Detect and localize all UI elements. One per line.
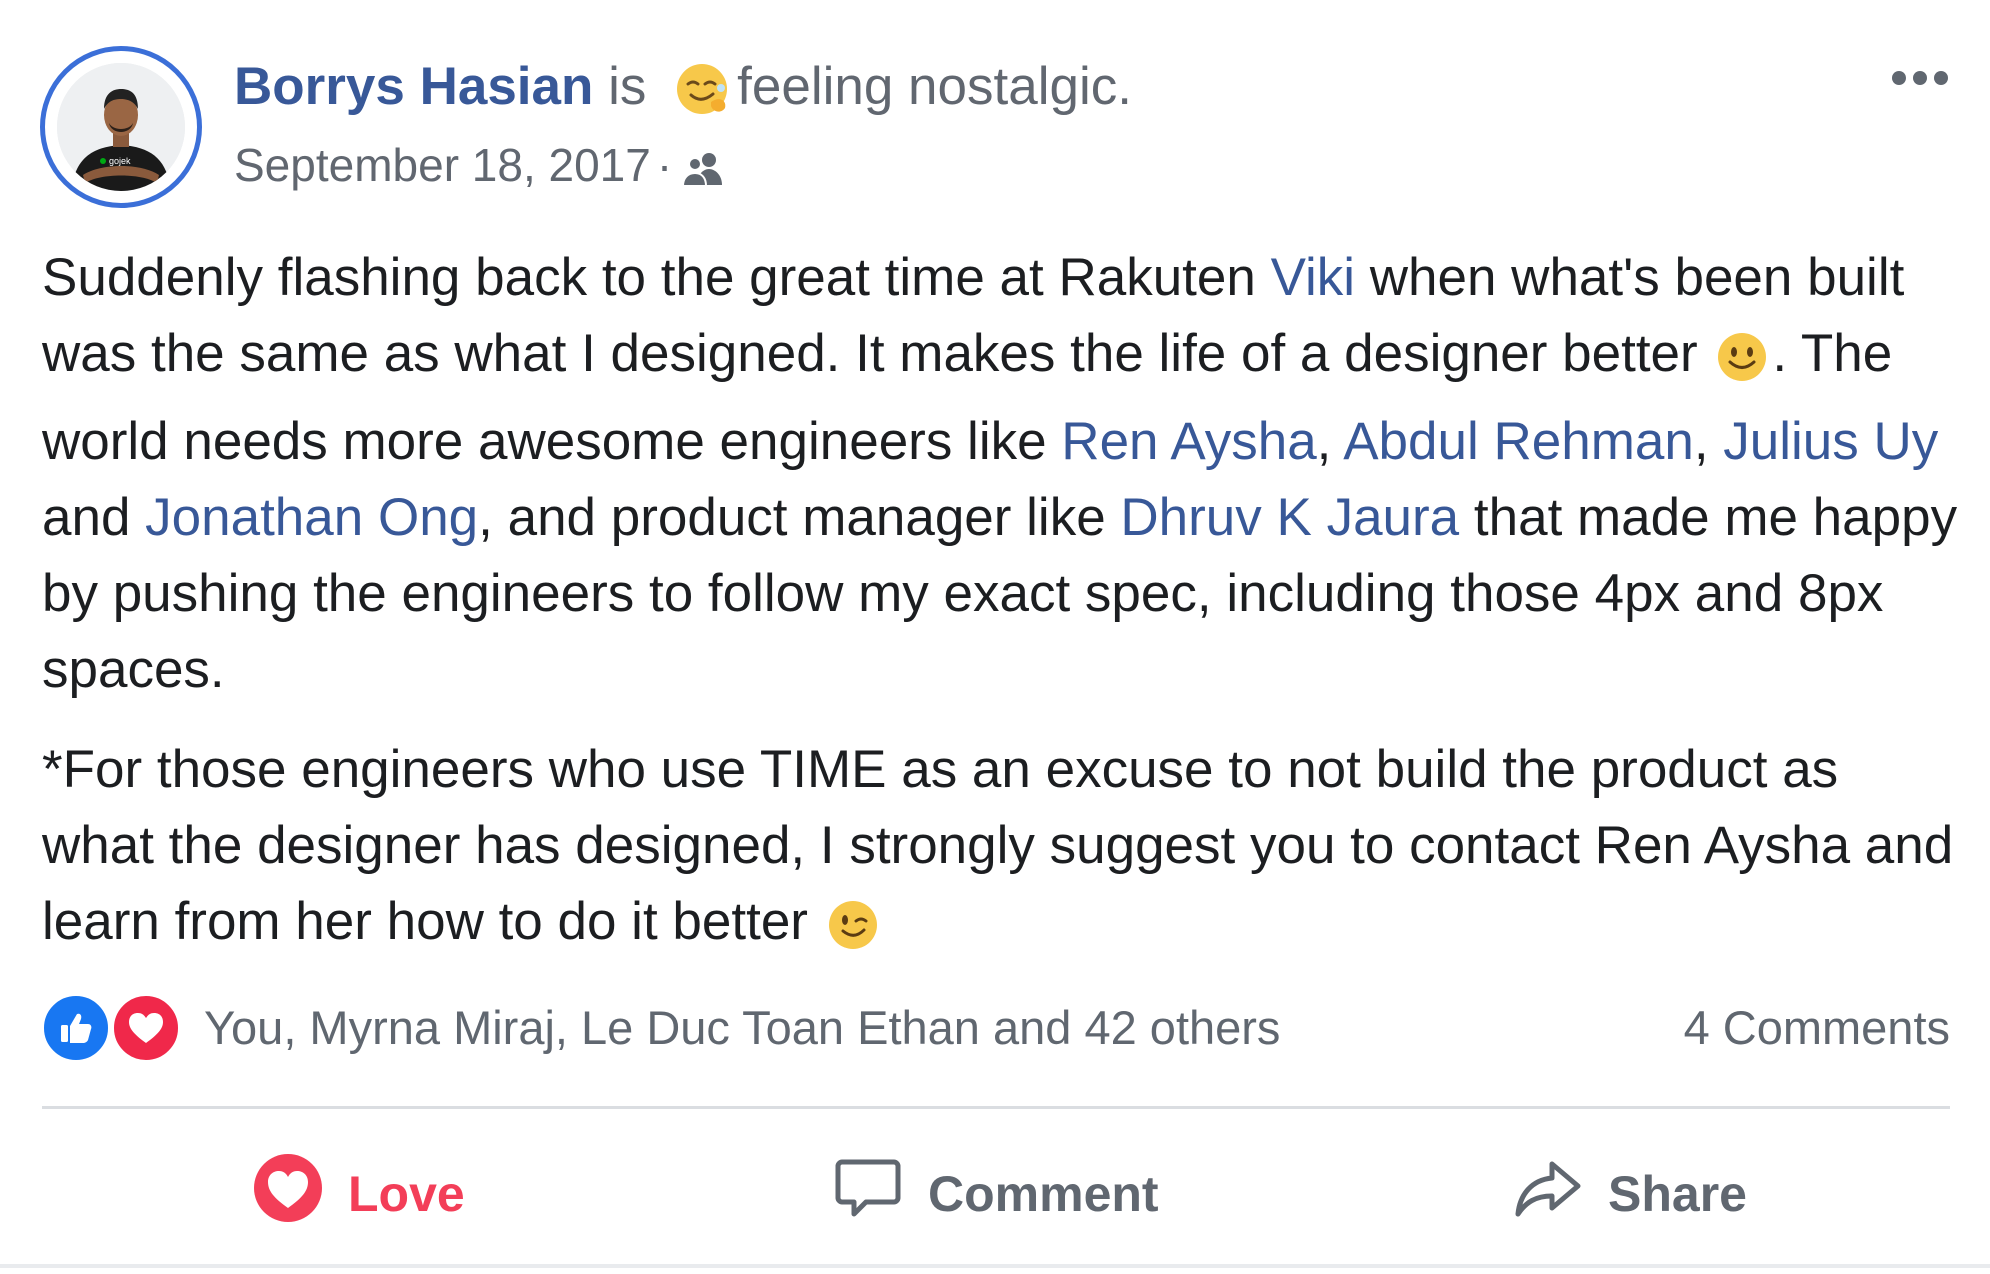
- like-reaction-icon: [40, 992, 112, 1064]
- nostalgic-face-emoji-icon: [675, 62, 729, 134]
- comment-label: Comment: [928, 1166, 1159, 1222]
- slightly-smiling-face-emoji-icon: [1716, 328, 1768, 404]
- post-header-line: Borrys Hasian is feeling nostalgic.: [234, 52, 1132, 134]
- reactors-text[interactable]: You, Myrna Miraj, Le Duc Toan Ethan and …: [204, 988, 1280, 1068]
- comments-count[interactable]: 4 Comments: [1684, 988, 1950, 1068]
- author-connector: is: [608, 57, 647, 116]
- reactions-summary: You, Myrna Miraj, Le Duc Toan Ethan and …: [40, 988, 1950, 1068]
- body-text-segment: and: [42, 488, 146, 547]
- share-icon: [1512, 1152, 1584, 1236]
- post-paragraph-2: *For those engineers who use TIME as an …: [42, 732, 1962, 972]
- body-text-segment: ,: [1316, 412, 1344, 471]
- tag-viki[interactable]: Viki: [1271, 248, 1355, 307]
- divider: [42, 1106, 1950, 1109]
- more-options-icon[interactable]: [1880, 58, 1960, 98]
- friends-icon[interactable]: [682, 141, 724, 201]
- body-text-segment: ,: [1693, 412, 1724, 471]
- comment-icon: [832, 1152, 904, 1236]
- meta-separator: ·: [656, 139, 673, 191]
- comment-button[interactable]: Comment: [832, 1120, 1159, 1268]
- shirt-logo-text: gojek: [109, 156, 131, 166]
- winking-face-emoji-icon: [827, 896, 879, 972]
- post-body: Suddenly flashing back to the great time…: [42, 240, 1962, 972]
- body-text-segment: , and product manager like: [478, 488, 1121, 547]
- facebook-post: gojek Borrys Hasian is feeling nostalgic…: [0, 0, 1990, 1274]
- reaction-icons[interactable]: [40, 988, 190, 1068]
- love-reaction-icon: [110, 992, 182, 1064]
- post-actions: Love Comment Share: [0, 1120, 1990, 1268]
- body-text-segment: Suddenly flashing back to the great time…: [42, 248, 1271, 307]
- tag-ren-aysha[interactable]: Ren Aysha: [1061, 412, 1316, 471]
- bottom-divider: [0, 1264, 1990, 1268]
- love-icon: [252, 1152, 324, 1236]
- share-button[interactable]: Share: [1512, 1120, 1747, 1268]
- tag-dhruv-k-jaura[interactable]: Dhruv K Jaura: [1120, 488, 1459, 547]
- share-label: Share: [1608, 1166, 1747, 1222]
- avatar-photo: gojek: [57, 63, 185, 191]
- tag-julius-uy[interactable]: Julius Uy: [1723, 412, 1938, 471]
- love-label: Love: [348, 1166, 465, 1222]
- post-meta: September 18, 2017 ·: [234, 135, 724, 201]
- body-text-segment: *For those engineers who use TIME as an …: [42, 740, 1954, 951]
- love-button[interactable]: Love: [252, 1120, 465, 1268]
- post-timestamp[interactable]: September 18, 2017: [234, 139, 651, 191]
- post-paragraph-1: Suddenly flashing back to the great time…: [42, 240, 1962, 708]
- author-name[interactable]: Borrys Hasian: [234, 57, 593, 116]
- avatar[interactable]: gojek: [40, 46, 202, 208]
- tag-abdul-rehman[interactable]: Abdul Rehman: [1343, 412, 1694, 471]
- tag-jonathan-ong[interactable]: Jonathan Ong: [145, 488, 478, 547]
- feeling-text[interactable]: feeling nostalgic.: [737, 57, 1132, 116]
